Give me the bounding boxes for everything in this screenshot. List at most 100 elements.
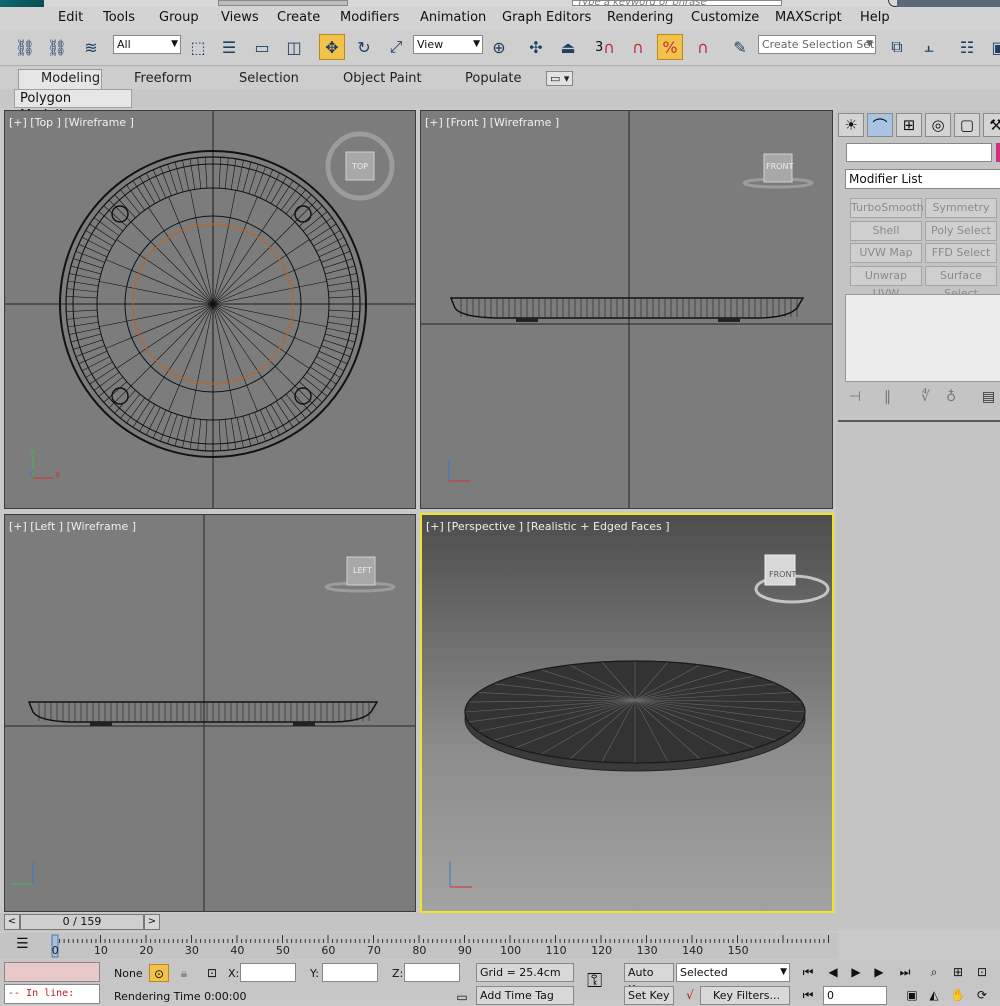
menu-tools[interactable]: Tools bbox=[103, 10, 135, 25]
ffd-select-button[interactable]: FFD Select bbox=[925, 243, 997, 263]
previous-frame-icon[interactable]: ◀︎ bbox=[823, 963, 843, 981]
viewport-perspective[interactable]: [+] [Perspective ] [Realistic + Edged Fa… bbox=[420, 513, 834, 913]
set-key-button[interactable]: Set Key bbox=[624, 986, 674, 1005]
auto-key-button[interactable]: Auto Key bbox=[624, 963, 674, 996]
viewport-label-top[interactable]: [+] [Top ] [Wireframe ] bbox=[9, 116, 134, 129]
menu-animation[interactable]: Animation bbox=[420, 10, 486, 25]
quick-access-field[interactable] bbox=[218, 0, 348, 6]
unlink-icon[interactable]: ⛓ bbox=[44, 34, 70, 60]
time-tag-icon[interactable]: ▭ bbox=[452, 988, 472, 1006]
field-of-view-icon[interactable]: ◭ bbox=[924, 986, 944, 1004]
align-icon[interactable]: ⫠ bbox=[916, 34, 942, 60]
hierarchy-tab-icon[interactable]: ⊞ bbox=[896, 113, 922, 137]
menu-maxscript[interactable]: MAXScript bbox=[775, 10, 842, 25]
select-object-icon[interactable]: ⬚ bbox=[185, 34, 211, 60]
viewport-top[interactable]: [+] [Top ] [Wireframe ] TOP z x y bbox=[4, 110, 416, 509]
snap-toggle-icon[interactable]: 3 ∩ bbox=[592, 34, 618, 60]
modifier-stack[interactable] bbox=[845, 294, 1000, 382]
menu-rendering[interactable]: Rendering bbox=[607, 10, 673, 25]
key-mode-dropdown[interactable]: Selected ▼ bbox=[676, 963, 790, 982]
menu-customize[interactable]: Customize bbox=[691, 10, 759, 25]
tab-object-paint[interactable]: Object Paint bbox=[343, 71, 422, 86]
tab-populate[interactable]: Populate bbox=[465, 71, 522, 86]
polygon-modeling-panel[interactable]: Polygon Modeling bbox=[14, 89, 132, 123]
select-move-icon[interactable]: ✥ bbox=[319, 34, 345, 60]
next-frame-icon[interactable]: ▶︎ bbox=[869, 963, 889, 981]
keyboard-shortcut-override-icon[interactable]: ⏏ bbox=[555, 34, 581, 60]
time-slider[interactable]: 0 / 159 bbox=[20, 914, 144, 930]
menu-help[interactable]: Help bbox=[860, 10, 890, 25]
object-name-input[interactable] bbox=[846, 143, 992, 162]
play-icon[interactable]: ▶︎ bbox=[846, 963, 866, 981]
scene-explorer-icon[interactable]: ▣ bbox=[986, 34, 1000, 60]
layer-manager-icon[interactable]: ☷ bbox=[954, 34, 980, 60]
pivot-center-icon[interactable]: ⊕ bbox=[486, 34, 512, 60]
absolute-mode-icon[interactable]: ⊡ bbox=[202, 964, 222, 982]
bind-spacewarp-icon[interactable]: ≋ bbox=[78, 34, 104, 60]
selection-lock-icon[interactable]: ⊙ bbox=[149, 964, 169, 982]
named-selection-dropdown[interactable]: Create Selection Set ▼ bbox=[758, 35, 876, 54]
ribbon-options-dropdown[interactable]: ▭ ▾ bbox=[546, 71, 574, 86]
reference-coord-dropdown[interactable]: View ▼ bbox=[413, 35, 483, 54]
tab-freeform[interactable]: Freeform bbox=[134, 71, 192, 86]
viewport-label-perspective[interactable]: [+] [Perspective ] [Realistic + Edged Fa… bbox=[426, 520, 670, 533]
zoom-all-icon[interactable]: ⊞ bbox=[948, 963, 968, 981]
viewcube-front[interactable]: FRONT bbox=[766, 162, 793, 171]
add-time-tag-button[interactable]: Add Time Tag bbox=[476, 986, 574, 1005]
menu-group[interactable]: Group bbox=[159, 10, 199, 25]
object-color-swatch[interactable] bbox=[996, 143, 1000, 162]
unwrap-uvw-button[interactable]: Unwrap UVW bbox=[850, 266, 922, 300]
mirror-icon[interactable]: ⧉ bbox=[884, 34, 910, 60]
surface-select-button[interactable]: Surface Select bbox=[925, 266, 997, 300]
menu-views[interactable]: Views bbox=[221, 10, 259, 25]
selection-filter-dropdown[interactable]: All ▼ bbox=[113, 35, 181, 54]
tab-modeling[interactable]: Modeling bbox=[41, 71, 100, 86]
show-end-result-icon[interactable]: ‖ bbox=[884, 389, 891, 405]
select-by-name-icon[interactable]: ☰ bbox=[216, 34, 242, 60]
symmetry-button[interactable]: Symmetry bbox=[925, 198, 997, 218]
maxscript-mini-listener-top[interactable] bbox=[4, 962, 100, 982]
pan-view-icon[interactable]: ✋ bbox=[948, 986, 968, 1004]
orbit-icon[interactable]: ⟳ bbox=[972, 986, 992, 1004]
key-mode-toggle-icon[interactable]: ⏮ bbox=[798, 986, 818, 1004]
window-crossing-icon[interactable]: ◫ bbox=[281, 34, 307, 60]
configure-sets-icon[interactable]: ▤ bbox=[982, 389, 995, 405]
pin-stack-icon[interactable]: ⊣ bbox=[849, 389, 861, 405]
make-unique-icon[interactable]: ∜ bbox=[921, 389, 930, 405]
lock-icon[interactable]: 🔒︎ bbox=[174, 964, 194, 982]
time-slider-prev-button[interactable]: < bbox=[4, 914, 20, 930]
utilities-tab-icon[interactable]: ⚒ bbox=[983, 113, 1000, 137]
poly-select-button[interactable]: Poly Select bbox=[925, 221, 997, 241]
menu-edit[interactable]: Edit bbox=[58, 10, 83, 25]
display-tab-icon[interactable]: ▢ bbox=[954, 113, 980, 137]
spinner-snap-icon[interactable]: ∩ bbox=[690, 34, 716, 60]
time-configuration-icon[interactable]: ▣ bbox=[902, 986, 922, 1004]
shell-button[interactable]: Shell bbox=[850, 221, 922, 241]
angle-snap-icon[interactable]: ∩ bbox=[625, 34, 651, 60]
go-to-start-icon[interactable]: ⏮ bbox=[798, 963, 818, 981]
link-icon[interactable]: ⛓ bbox=[12, 34, 38, 60]
menu-graph-editors[interactable]: Graph Editors bbox=[502, 10, 591, 25]
default-in-out-tangent-icon[interactable]: √ bbox=[680, 986, 700, 1004]
go-to-end-icon[interactable]: ⏭ bbox=[895, 963, 915, 981]
turbosmooth-button[interactable]: TurboSmooth bbox=[850, 198, 924, 218]
modifier-list-dropdown[interactable]: Modifier List bbox=[845, 169, 1000, 189]
viewport-left[interactable]: [+] [Left ] [Wireframe ] LEFT bbox=[4, 514, 416, 912]
modify-tab-icon[interactable]: ⌒ bbox=[867, 113, 893, 137]
create-tab-icon[interactable]: ☀ bbox=[838, 113, 864, 137]
uvw-map-button[interactable]: UVW Map bbox=[850, 243, 922, 263]
viewport-label-left[interactable]: [+] [Left ] [Wireframe ] bbox=[9, 520, 136, 533]
menu-modifiers[interactable]: Modifiers bbox=[340, 10, 399, 25]
viewcube-left[interactable]: LEFT bbox=[353, 566, 372, 575]
maxscript-mini-listener[interactable]: -- In line: bbox=[4, 984, 100, 1004]
z-coord-input[interactable] bbox=[404, 963, 460, 982]
viewcube-top[interactable]: TOP bbox=[352, 162, 368, 171]
tab-selection[interactable]: Selection bbox=[239, 71, 299, 86]
x-coord-input[interactable] bbox=[240, 963, 296, 982]
motion-tab-icon[interactable]: ◎ bbox=[925, 113, 951, 137]
time-slider-next-button[interactable]: > bbox=[144, 914, 160, 930]
rect-selection-icon[interactable]: ▭ bbox=[249, 34, 275, 60]
select-scale-icon[interactable]: ⤢ bbox=[383, 34, 409, 60]
remove-modifier-icon[interactable]: ♁ bbox=[946, 389, 956, 405]
edit-named-selection-icon[interactable]: ✎ bbox=[727, 34, 753, 60]
